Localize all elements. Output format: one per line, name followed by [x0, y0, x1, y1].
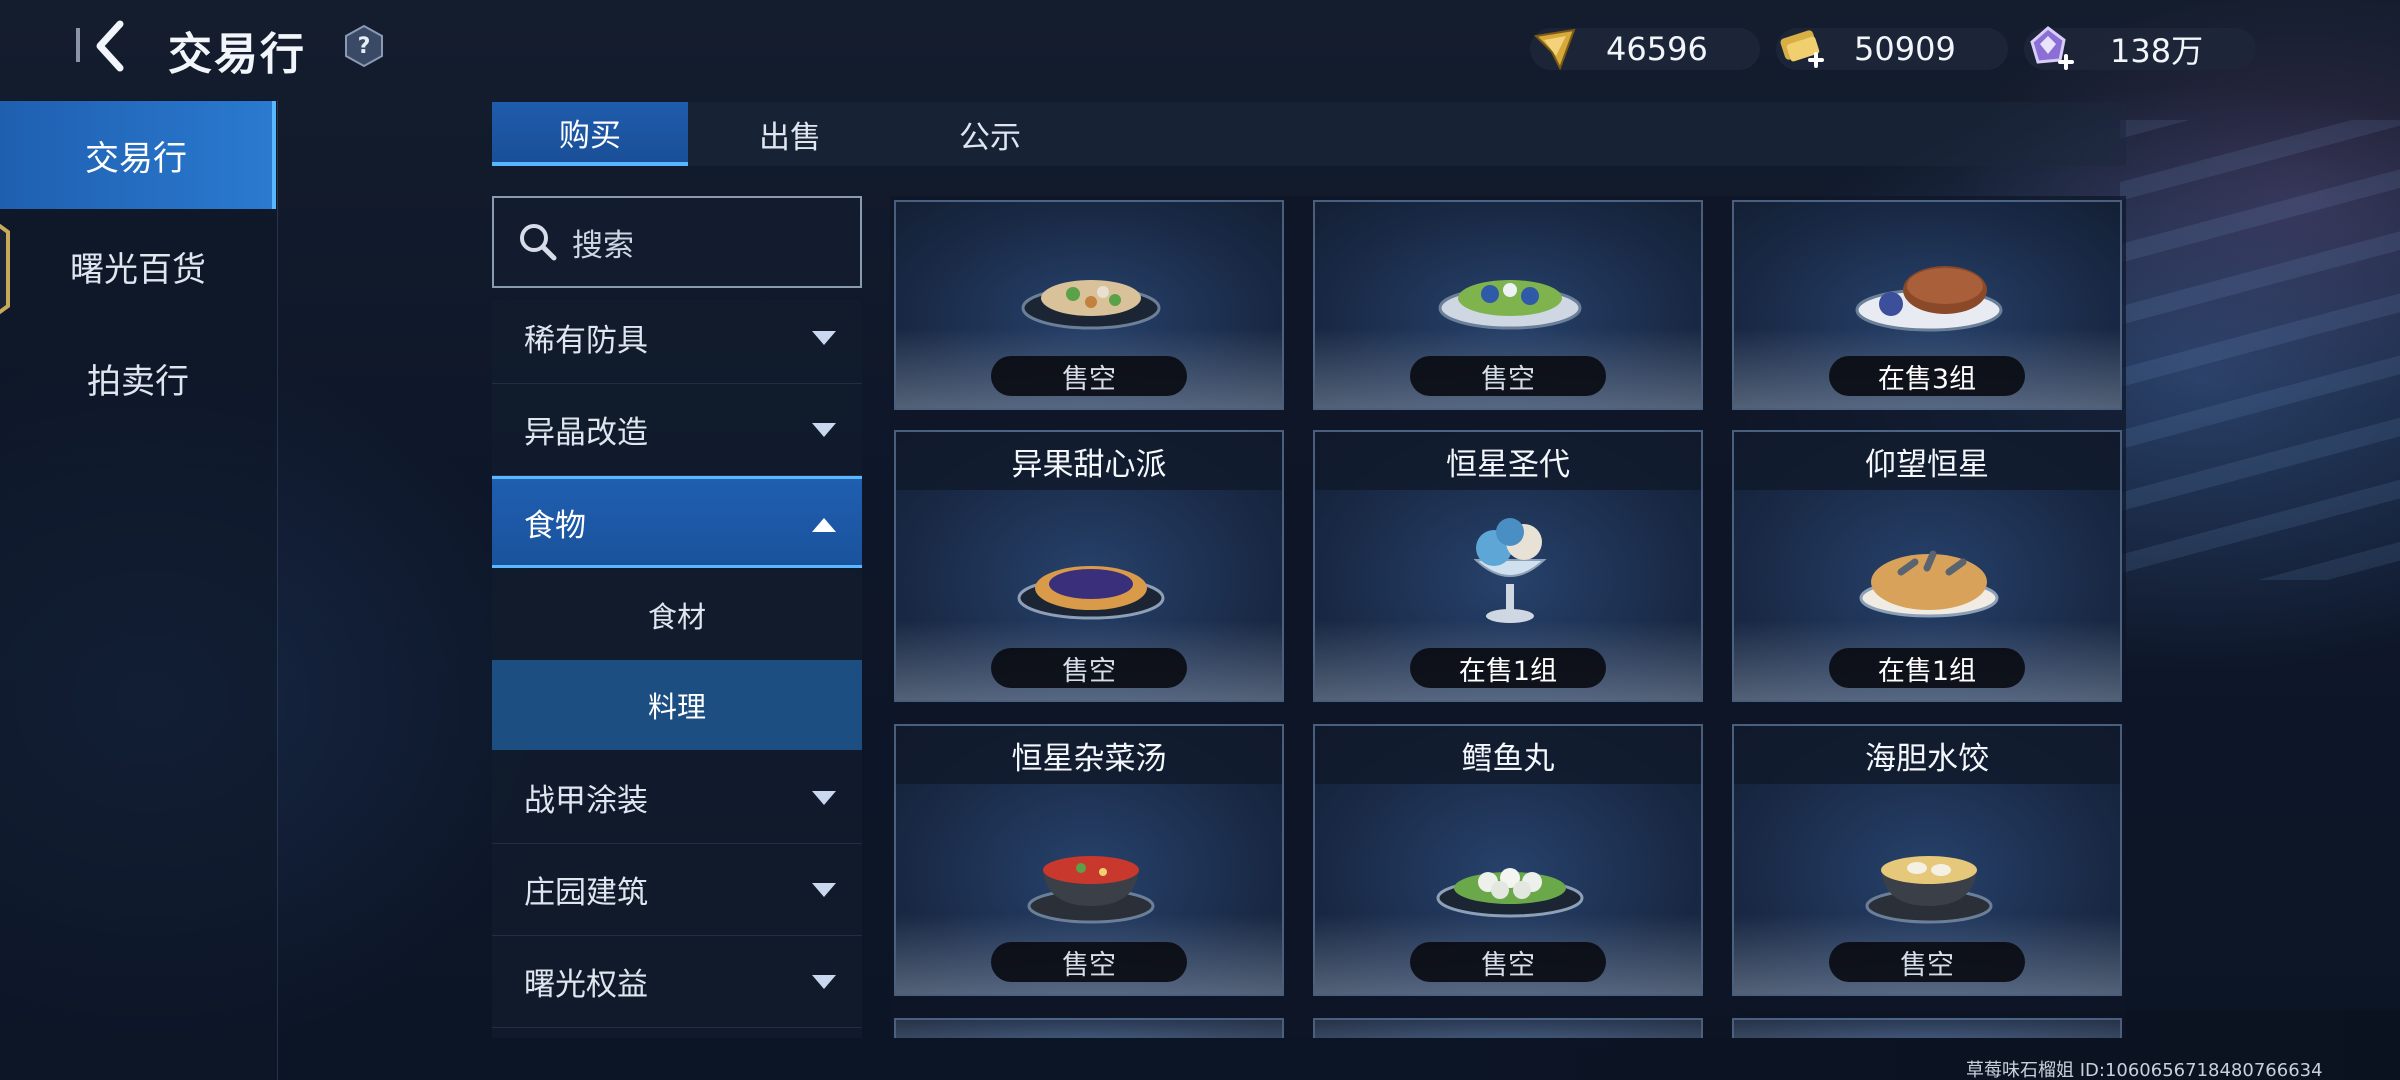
stock-status: 售空: [991, 648, 1187, 688]
triangle-down-icon: [812, 883, 836, 897]
search-placeholder: 搜索: [572, 227, 634, 264]
item-card[interactable]: 异果甜心派 售空: [894, 430, 1284, 702]
item-name: 恒星圣代: [1315, 432, 1701, 490]
item-card[interactable]: 海胆水饺 售空: [1732, 724, 2122, 996]
vegetable-soup-icon: [1027, 856, 1155, 924]
page-title: 交易行: [168, 29, 306, 80]
item-name: 鳕鱼丸: [1315, 726, 1701, 784]
item-card[interactable]: 恒星杂菜汤 售空: [894, 724, 1284, 996]
item-card[interactable]: [1313, 1018, 1703, 1038]
item-card[interactable]: 恒星圣代 在售1组: [1313, 430, 1703, 702]
category-food[interactable]: 食物: [492, 476, 862, 568]
category-manor-building[interactable]: 庄园建筑: [492, 844, 862, 936]
currency-value: 138万: [2110, 32, 2204, 70]
category-label: 异晶改造: [524, 415, 648, 451]
stargazy-pie-icon: [1859, 550, 1999, 618]
item-card[interactable]: [1732, 1018, 2122, 1038]
sundae-icon: [1473, 518, 1547, 623]
subcategory-ingredients[interactable]: 食材: [492, 570, 862, 660]
category-label: 战甲涂装: [524, 783, 648, 819]
item-name: 恒星杂菜汤: [896, 726, 1282, 784]
player-info: 草莓味石榴姐 ID:1060656718480766634: [1966, 1060, 2323, 1080]
side-tab-handle-icon: [0, 223, 10, 315]
category-label: 稀有防具: [524, 323, 648, 359]
help-label: ?: [357, 33, 371, 59]
back-button[interactable]: [88, 18, 138, 74]
fish-balls-icon: [1436, 868, 1584, 918]
category-rare-armor[interactable]: 稀有防具: [492, 300, 862, 384]
category-dawn-benefits[interactable]: 曙光权益: [492, 936, 862, 1028]
salad-dish-icon: [1438, 280, 1582, 330]
tab-buy[interactable]: 购买: [492, 102, 688, 166]
stock-status: 售空: [991, 942, 1187, 982]
triangle-down-icon: [812, 975, 836, 989]
item-grid: 售空 售空 在售3组 异果甜心派 售空 恒星圣代 在售1组 仰望恒星 在售1组 …: [890, 196, 2126, 1038]
currency-purple-crystal[interactable]: 138万: [2024, 26, 2256, 70]
category-label: 食物: [524, 507, 586, 544]
triangle-up-icon: [812, 518, 836, 532]
sidebar-item-dawn-store[interactable]: 曙光百货: [0, 212, 276, 320]
triangle-down-icon: [812, 331, 836, 345]
currency-value: 46596: [1606, 30, 1708, 68]
stock-status: 售空: [991, 356, 1187, 396]
category-armor-paint[interactable]: 战甲涂装: [492, 752, 862, 844]
category-label: 庄园建筑: [524, 875, 648, 911]
triangle-down-icon: [812, 791, 836, 805]
item-card[interactable]: 在售3组: [1732, 200, 2122, 410]
pancake-dish-icon: [1855, 266, 2003, 332]
subcategory-cuisine[interactable]: 料理: [492, 660, 862, 750]
triangle-down-icon: [812, 423, 836, 437]
currency-gold-wing[interactable]: 46596: [1530, 28, 1760, 71]
search-icon: [520, 224, 557, 261]
tab-notice[interactable]: 公示: [892, 102, 1088, 166]
berry-pie-icon: [1017, 566, 1165, 620]
category-crystal-mod[interactable]: 异晶改造: [492, 384, 862, 476]
gold-wing-currency-icon: [1533, 28, 1576, 71]
help-button[interactable]: ?: [344, 24, 384, 68]
tab-bar: 购买 出售 公示: [492, 102, 2126, 166]
item-card[interactable]: 仰望恒星 在售1组: [1732, 430, 2122, 702]
category-label: 曙光权益: [524, 967, 648, 1003]
item-card[interactable]: 鳕鱼丸 售空: [1313, 724, 1703, 996]
search-input[interactable]: 搜索: [492, 196, 862, 288]
category-list: 稀有防具 异晶改造 食物 食材 料理 战甲涂装 庄园建筑 曙光权益: [492, 300, 862, 1038]
currency-gold-ticket[interactable]: 50909: [1776, 28, 2008, 70]
stir-fry-dish-icon: [1021, 280, 1161, 330]
stock-status: 在售3组: [1829, 356, 2025, 396]
chevron-left-icon: [96, 20, 124, 72]
tab-sell[interactable]: 出售: [692, 102, 888, 166]
gold-ticket-currency-icon: [1780, 30, 1824, 68]
sidebar-item-auction[interactable]: 拍卖行: [0, 324, 276, 432]
background-decoration: [2120, 120, 2400, 580]
stock-status: 在售1组: [1829, 648, 2025, 688]
stock-status: 售空: [1410, 356, 1606, 396]
item-card[interactable]: 售空: [894, 200, 1284, 410]
item-card[interactable]: [894, 1018, 1284, 1038]
purple-crystal-currency-icon: [2030, 26, 2074, 70]
item-card[interactable]: 售空: [1313, 200, 1703, 410]
header-bar: 交易行 ? 46596 50909 138万: [0, 0, 2400, 95]
stock-status: 在售1组: [1410, 648, 1606, 688]
item-name: 异果甜心派: [896, 432, 1282, 490]
stock-status: 售空: [1410, 942, 1606, 982]
sidebar-item-trading[interactable]: 交易行: [0, 101, 276, 209]
item-name: 仰望恒星: [1734, 432, 2120, 490]
item-name: 海胆水饺: [1734, 726, 2120, 784]
stock-status: 售空: [1829, 942, 2025, 982]
currency-value: 50909: [1854, 30, 1956, 68]
back-divider: [76, 28, 80, 62]
dumpling-soup-icon: [1865, 856, 1993, 924]
